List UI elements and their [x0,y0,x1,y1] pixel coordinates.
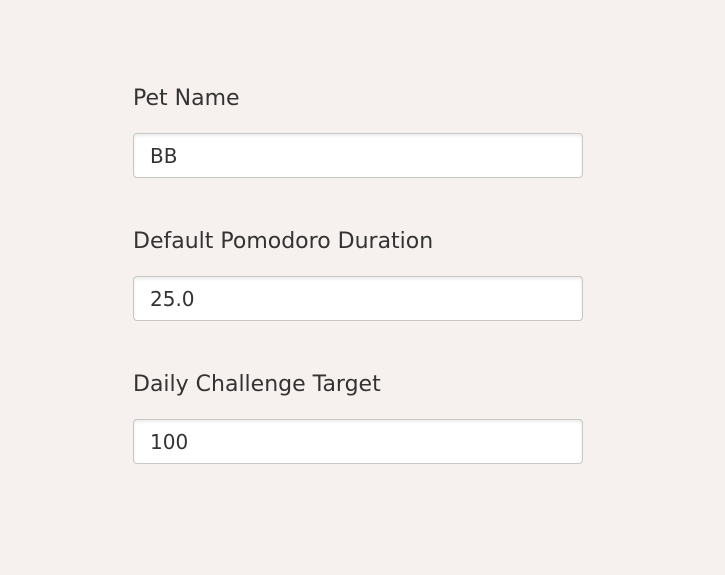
pomodoro-duration-label: Default Pomodoro Duration [133,229,434,254]
pomodoro-duration-field-group: Default Pomodoro Duration [133,229,583,321]
pet-name-field-group: Pet Name [133,86,583,178]
challenge-target-field-group: Daily Challenge Target [133,372,583,464]
challenge-target-label: Daily Challenge Target [133,372,381,397]
pomodoro-duration-input[interactable] [133,276,583,321]
settings-form: Pet Name Default Pomodoro Duration Daily… [133,86,583,464]
challenge-target-input[interactable] [133,419,583,464]
pet-name-input[interactable] [133,133,583,178]
pet-name-label: Pet Name [133,86,240,111]
